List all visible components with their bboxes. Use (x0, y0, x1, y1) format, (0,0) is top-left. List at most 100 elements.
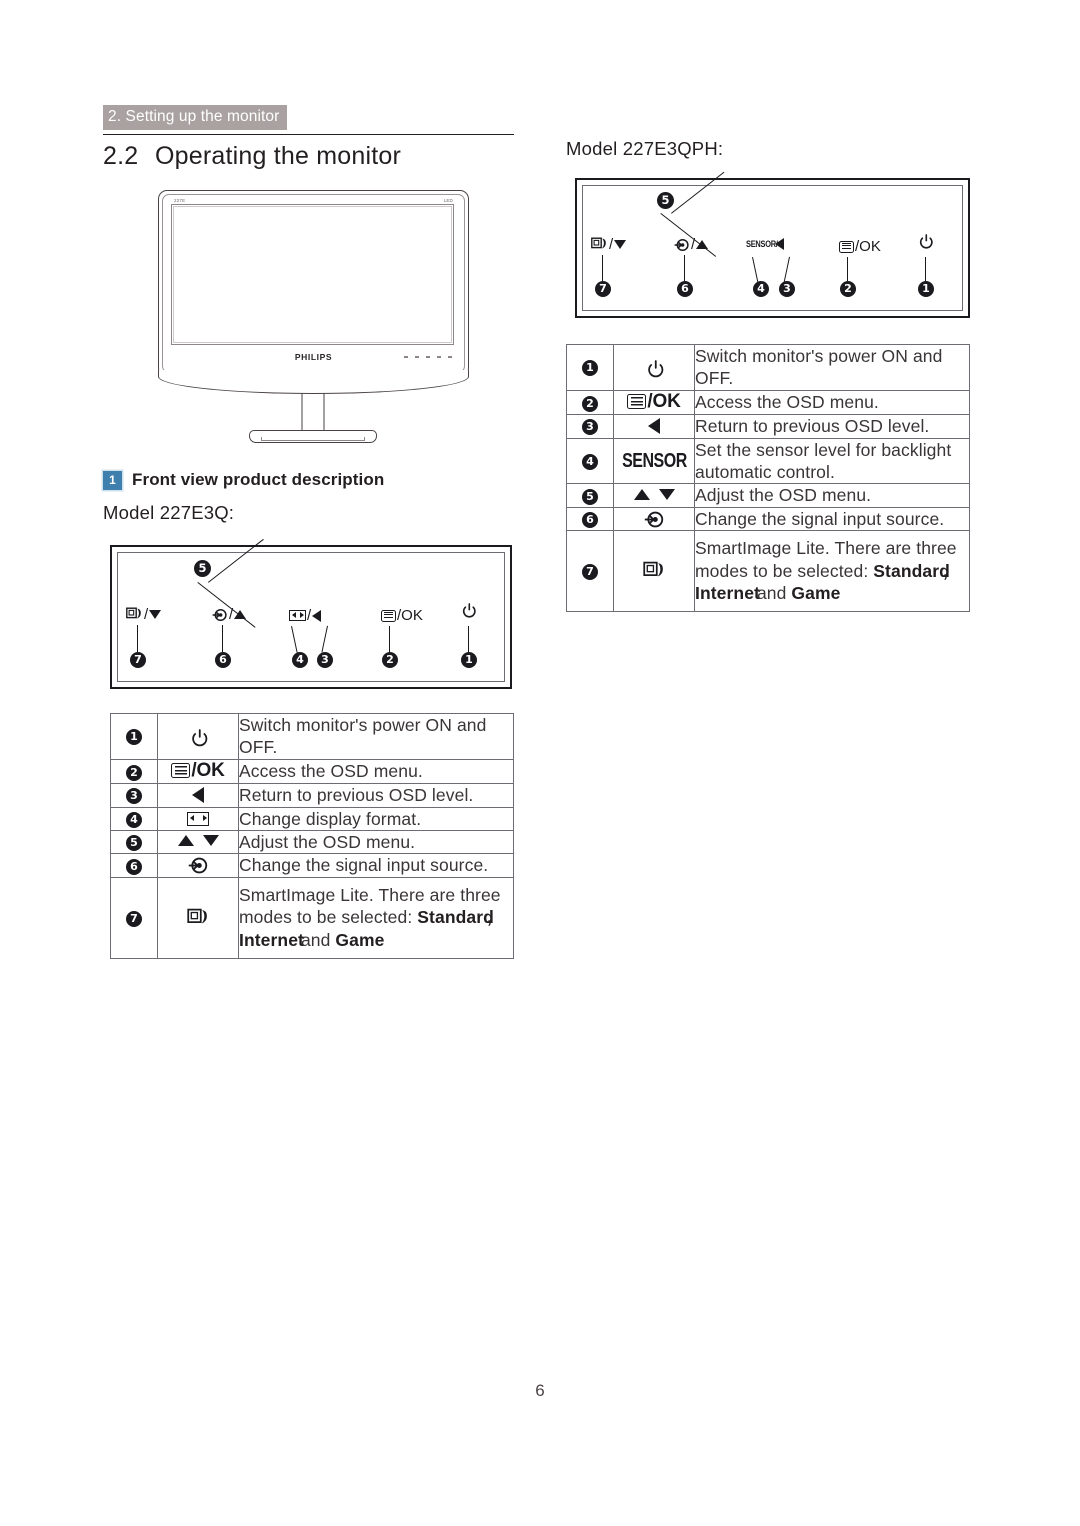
row-number-cell: 7 (566, 530, 614, 613)
row-number-cell: 5 (110, 830, 158, 855)
row-description-cell: Adjust the OSD menu. (238, 830, 514, 855)
document-page: 2. Setting up the monitor 2.2 Operating t… (0, 0, 1080, 1526)
row-number-cell: 6 (110, 853, 158, 878)
table-row: 3 Return to previous OSD level. (110, 783, 514, 808)
mode-game: Game (791, 583, 841, 604)
left-glyph-ok-1: /OK (397, 607, 423, 624)
menu-ok-icon: /OK (627, 390, 681, 413)
left-glyph-slash-1: / (144, 606, 149, 623)
mode-standard: Standard (417, 907, 494, 928)
right-key-table: 1 Switch monitor's power ON and OFF. 2 /… (566, 344, 970, 613)
smartimage-icon (591, 237, 608, 252)
smartimage-desc-line1: SmartImage Lite. There are three (239, 884, 501, 905)
table-row: 3 Return to previous OSD level. (566, 414, 970, 439)
smartimage-desc-line3-mid: and (751, 583, 792, 604)
table-row: 1 Switch monitor's power ON and OFF. (110, 713, 514, 760)
mode-internet: Internet (239, 929, 304, 950)
right-glyph-input-up: / (674, 236, 709, 253)
table-row: 6 Change the signal input source. (110, 853, 514, 878)
menu-ok-icon: /OK (171, 760, 225, 782)
up-down-arrow-icon (177, 835, 219, 847)
osd-menu-icon (627, 394, 647, 410)
input-source-icon (644, 509, 665, 530)
row-description-cell: Adjust the OSD menu. (694, 483, 970, 508)
input-source-icon (188, 855, 209, 876)
row-number-cell: 1 (110, 713, 158, 760)
mode-standard: Standard (873, 560, 950, 581)
row-icon-cell (613, 344, 695, 391)
row-icon-cell: SENSOR (613, 437, 695, 485)
row-icon-cell (157, 830, 239, 855)
left-arrow-icon (648, 418, 660, 435)
sensor-icon: SENSOR/ (746, 238, 778, 250)
right-callout-5: 5 (657, 192, 674, 209)
left-arrow-icon (192, 787, 204, 804)
row-icon-cell (613, 483, 695, 508)
table-row: 4 Change display format. (110, 806, 514, 832)
table-row: 2 /OK Access the OSD menu. (110, 758, 514, 785)
left-callout-7: 7 (130, 652, 146, 668)
row-icon-cell (613, 530, 695, 613)
row-number-cell: 1 (566, 344, 614, 391)
right-callout-4: 4 (753, 281, 769, 297)
monitor-key-marks (404, 356, 452, 358)
up-arrow-icon (633, 488, 650, 500)
row-number-cell: 3 (110, 783, 158, 808)
left-arrow-icon (774, 238, 784, 250)
table-row: 6 Change the signal input source. (566, 506, 970, 532)
mode-game: Game (335, 929, 385, 950)
row-description-cell: Switch monitor's power ON and OFF. (694, 344, 970, 391)
right-callout-7: 7 (595, 281, 611, 297)
row-number-cell: 4 (566, 437, 614, 485)
up-arrow-icon (696, 240, 709, 249)
right-glyph-smartimage-down: / (591, 236, 627, 253)
input-source-icon (212, 607, 228, 623)
menu-ok-label: /OK (647, 390, 681, 412)
mode-internet: Internet (695, 583, 760, 604)
row-number-cell: 6 (566, 506, 614, 532)
page-title-text: Operating the monitor (155, 142, 401, 170)
left-leader-1 (468, 626, 469, 652)
left-callout-5: 5 (194, 560, 211, 577)
smartimage-icon (186, 908, 210, 928)
row-description-cell: Return to previous OSD level. (238, 783, 514, 808)
row-badge-6: 6 (126, 858, 142, 875)
down-arrow-icon (658, 488, 675, 500)
table-row: 5 Adjust the OSD menu. (110, 830, 514, 855)
left-callout-1: 1 (461, 652, 477, 668)
page-title: 2.2 Operating the monitor (103, 142, 401, 171)
subsection-heading: 1 Front view product description (103, 470, 384, 490)
left-glyph-slash-3: / (307, 607, 312, 624)
row-description-cell: Change the signal input source. (694, 506, 970, 532)
up-down-arrow-icon (633, 488, 675, 500)
page-number: 6 (535, 1381, 545, 1400)
input-source-icon (674, 237, 690, 253)
row-description-cell: Return to previous OSD level. (694, 414, 970, 439)
left-glyph-smartimage-down: / (126, 606, 162, 623)
row-badge-5: 5 (582, 488, 598, 505)
down-arrow-icon (202, 835, 219, 847)
left-arrow-icon (312, 609, 322, 622)
row-icon-cell: /OK (157, 758, 239, 785)
smartimage-desc-line2-post: , (942, 560, 948, 581)
row-badge-3: 3 (126, 788, 142, 805)
row-icon-cell (157, 713, 239, 760)
left-callout-4: 4 (292, 652, 308, 668)
table-row: 5 Adjust the OSD menu. (566, 483, 970, 508)
left-glyph-slash-2: / (229, 606, 234, 623)
down-arrow-icon (149, 610, 162, 619)
up-arrow-icon (234, 610, 247, 619)
right-leader-6 (684, 255, 685, 281)
monitor-model-tag: 227E (174, 198, 186, 203)
sensor-icon: SENSOR (622, 449, 687, 472)
left-glyph-power (462, 603, 477, 618)
row-description-cell: Set the sensor level for backlight autom… (694, 437, 970, 485)
row-badge-6: 6 (582, 512, 598, 529)
display-format-icon (289, 610, 306, 621)
row-badge-1: 1 (126, 729, 142, 746)
row-badge-3: 3 (582, 419, 598, 436)
row-number-cell: 4 (110, 806, 158, 832)
left-key-table: 1 Switch monitor's power ON and OFF. 2 /… (110, 713, 514, 960)
row-number-cell: 2 (566, 389, 614, 416)
row-description-cell: SmartImage Lite. There are three modes t… (238, 876, 514, 960)
